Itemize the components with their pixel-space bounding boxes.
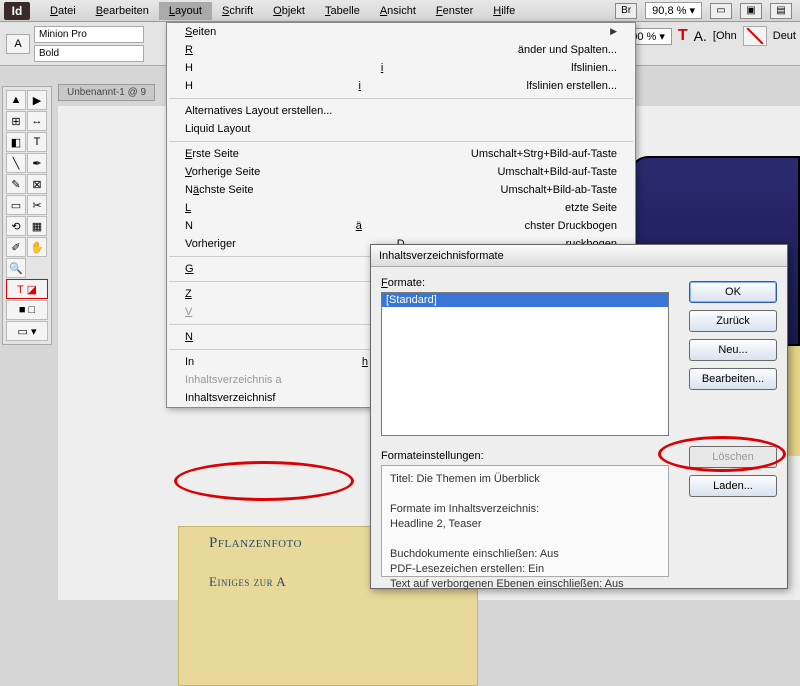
menu-datei[interactable]: DDateiatei <box>40 2 86 20</box>
formate-listbox[interactable]: [Standard] <box>381 292 669 436</box>
zoom-level[interactable]: 90,8 % ▾ <box>645 2 702 19</box>
content-tool[interactable]: ◧ <box>6 132 26 152</box>
menu-hilfslinien-erstellen[interactable]: Hilfslinien erstellen... <box>167 77 635 95</box>
no-fill-icon[interactable] <box>743 26 767 46</box>
rectangle-tool[interactable]: ▭ <box>6 195 26 215</box>
rectangle-frame-tool[interactable]: ⊠ <box>27 174 47 194</box>
toc-formats-dialog: Inhaltsverzeichnisformate Formate: [Stan… <box>370 244 788 589</box>
zoom-tool[interactable]: 🔍 <box>6 258 26 278</box>
type-tool-indicator: T <box>678 27 688 45</box>
view-mode[interactable]: ▭ ▾ <box>6 321 48 341</box>
menu-hilfslinien[interactable]: Hilfslinien... <box>167 59 635 77</box>
view-mode-icon[interactable]: ▭ <box>710 3 732 19</box>
screen-mode-icon[interactable]: ▣ <box>740 3 762 19</box>
menu-schrift[interactable]: Schrift <box>212 2 263 20</box>
deut-label: Deut <box>773 30 796 42</box>
menu-erste-seite[interactable]: Erste SeiteUmschalt+Strg+Bild-auf-Taste <box>167 145 635 163</box>
char-format-icon[interactable]: A. <box>694 28 707 44</box>
gradient-tool[interactable]: ▦ <box>27 216 47 236</box>
bearbeiten-button[interactable]: Bearbeiten... <box>689 368 777 390</box>
selection-tool[interactable]: ▲ <box>6 90 26 110</box>
pencil-tool[interactable]: ✎ <box>6 174 26 194</box>
scissors-tool[interactable]: ✂ <box>27 195 47 215</box>
char-panel-icon[interactable]: A <box>6 34 30 54</box>
menu-fenster[interactable]: Fenster <box>426 2 483 20</box>
eyedropper-tool[interactable]: ✐ <box>6 237 26 257</box>
menu-alt-layout[interactable]: Alternatives Layout erstellen... <box>167 102 635 120</box>
menu-raender[interactable]: Ränder und Spalten... <box>167 41 635 59</box>
ohn-label: [Ohn <box>713 30 737 42</box>
font-style-field[interactable]: Bold <box>34 45 144 62</box>
line-tool[interactable]: ╲ <box>6 153 26 173</box>
menu-objekt[interactable]: Objekt <box>263 2 315 20</box>
menu-hilfe[interactable]: Hilfe <box>483 2 525 20</box>
menu-vorherige-seite[interactable]: Vorherige SeiteUmschalt+Bild-auf-Taste <box>167 163 635 181</box>
neu-button[interactable]: Neu... <box>689 339 777 361</box>
toolbox: ▲ ▶ ⊞ ↔ ◧ T ╲ ✒ ✎ ⊠ ▭ ✂ ⟲ ▦ ✐ ✋ 🔍 T ◪ ■ … <box>2 86 52 345</box>
menu-tabelle[interactable]: Tabelle <box>315 2 370 20</box>
zurueck-button[interactable]: Zurück <box>689 310 777 332</box>
color-mode[interactable]: ■ □ <box>6 300 48 320</box>
pen-tool[interactable]: ✒ <box>27 153 47 173</box>
document-tab[interactable]: Unbenannt-1 @ 9 <box>58 84 155 101</box>
menu-layout[interactable]: Layout <box>159 2 212 20</box>
fill-stroke-proxy[interactable]: T ◪ <box>6 279 48 299</box>
loeschen-button: Löschen <box>689 446 777 468</box>
menu-seiten[interactable]: Seiten▶ <box>167 23 635 41</box>
menu-naechste-seite[interactable]: Nächste SeiteUmschalt+Bild-ab-Taste <box>167 181 635 199</box>
menu-liquid[interactable]: Liquid Layout <box>167 120 635 138</box>
gap-tool[interactable]: ↔ <box>27 111 47 131</box>
direct-selection-tool[interactable]: ▶ <box>27 90 47 110</box>
ok-button[interactable]: OK <box>689 281 777 303</box>
menubar: Id DDateiatei Bearbeiten Layout Schrift … <box>0 0 800 22</box>
transform-tool[interactable]: ⟲ <box>6 216 26 236</box>
menu-ansicht[interactable]: Ansicht <box>370 2 426 20</box>
font-family-field[interactable]: Minion Pro <box>34 26 144 43</box>
list-item-standard[interactable]: [Standard] <box>382 293 668 307</box>
menu-naechster-druckbogen[interactable]: Nächster Druckbogen <box>167 217 635 235</box>
bridge-icon[interactable]: Br <box>615 3 637 19</box>
menu-letzte-seite[interactable]: Letzte Seite <box>167 199 635 217</box>
type-tool[interactable]: T <box>27 132 47 152</box>
page-tool[interactable]: ⊞ <box>6 111 26 131</box>
dialog-title: Inhaltsverzeichnisformate <box>371 245 787 267</box>
settings-box: Titel: Die Themen im Überblick Formate i… <box>381 465 669 577</box>
menu-bearbeiten[interactable]: Bearbeiten <box>86 2 159 20</box>
laden-button[interactable]: Laden... <box>689 475 777 497</box>
arrange-icon[interactable]: ▤ <box>770 3 792 19</box>
app-logo: Id <box>4 2 30 20</box>
hand-tool[interactable]: ✋ <box>27 237 47 257</box>
